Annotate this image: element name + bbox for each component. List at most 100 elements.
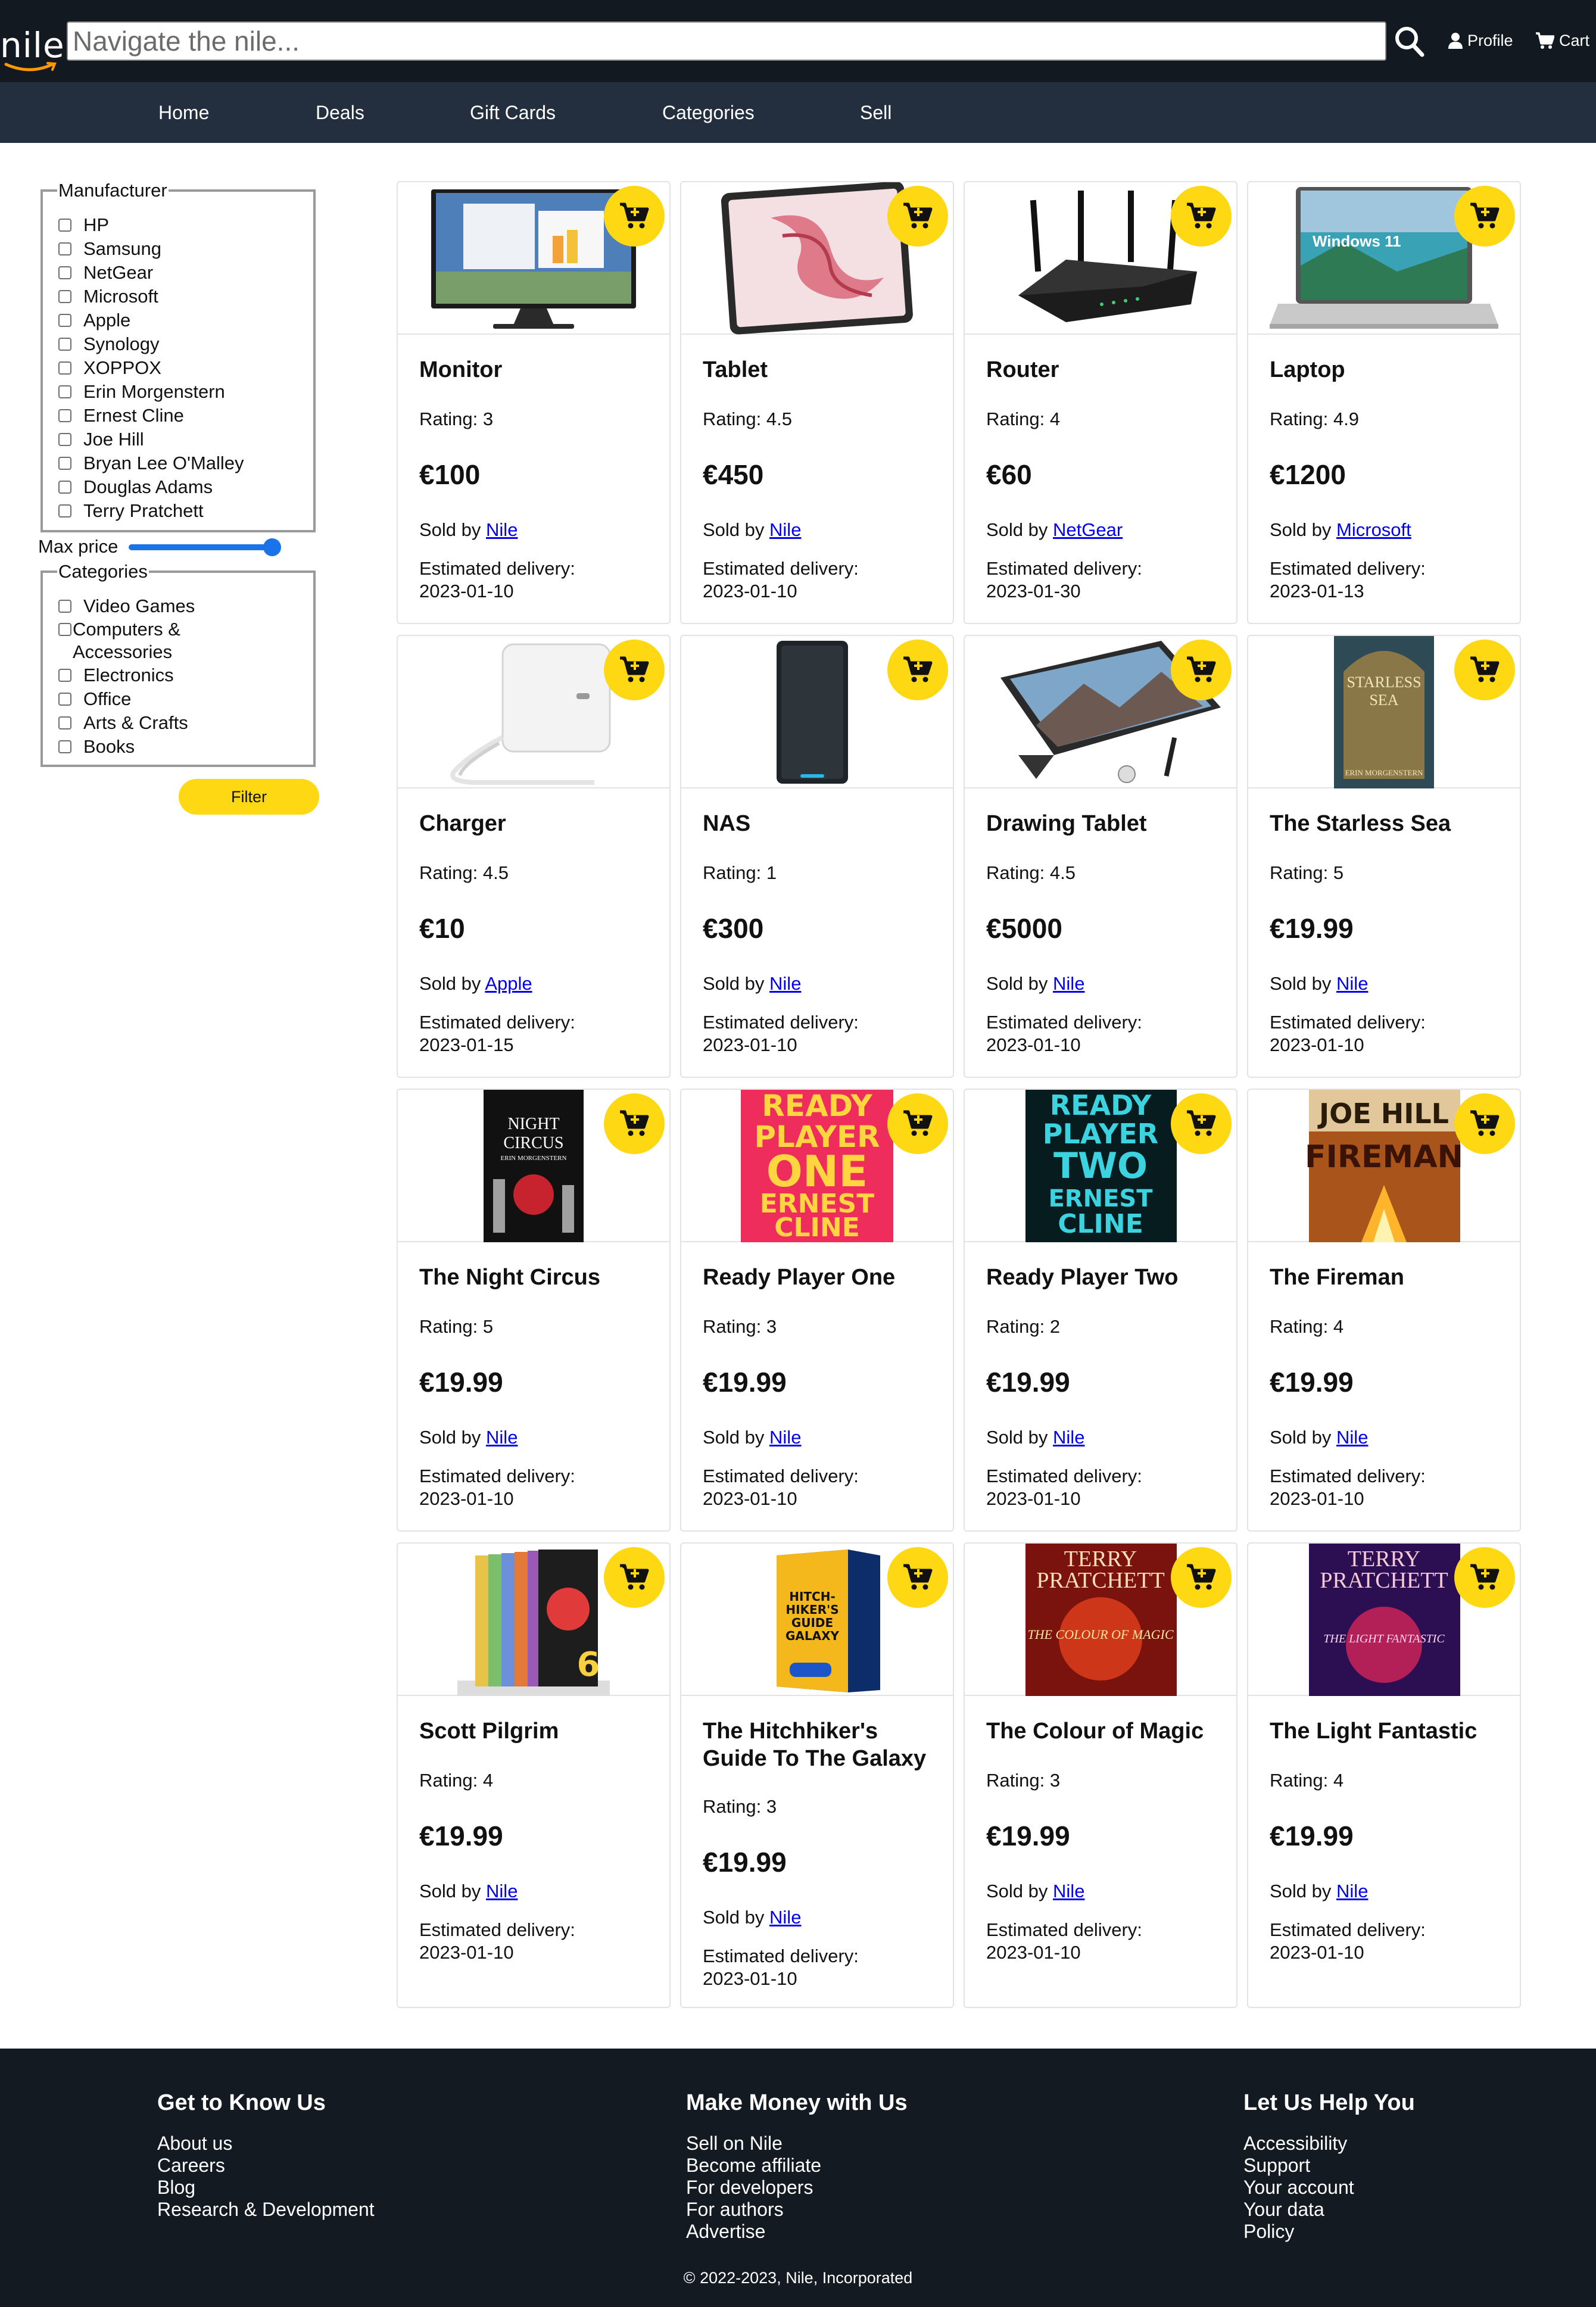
seller-link[interactable]: Nile	[769, 1907, 801, 1928]
seller-link[interactable]: Nile	[1336, 973, 1368, 994]
product-name[interactable]: Ready Player One	[703, 1264, 941, 1291]
seller-link[interactable]: Nile	[769, 1427, 801, 1448]
checkbox[interactable]	[58, 266, 71, 279]
add-to-cart-button[interactable]	[1454, 640, 1515, 700]
checkbox[interactable]	[58, 669, 71, 682]
seller-link[interactable]: Nile	[1053, 1427, 1084, 1448]
nav-item-deals[interactable]: Deals	[316, 82, 364, 143]
checkbox[interactable]	[58, 504, 71, 517]
product-card[interactable]: HITCH- HIKER'S GUIDE GALAXY The Hitchhik…	[680, 1542, 954, 2008]
product-card[interactable]: TERRY PRATCHETT THE COLOUR OF MAGIC The …	[964, 1542, 1237, 2008]
checkbox[interactable]	[58, 409, 71, 422]
seller-link[interactable]: Nile	[1053, 973, 1084, 994]
checkbox[interactable]	[58, 600, 71, 613]
category-option[interactable]: Video Games	[58, 594, 313, 618]
checkbox[interactable]	[58, 716, 71, 729]
add-to-cart-button[interactable]	[887, 1093, 948, 1154]
add-to-cart-button[interactable]	[604, 186, 665, 247]
footer-link-accessibility[interactable]: Accessibility	[1243, 2133, 1415, 2155]
product-card[interactable]: Charger Rating: 4.5 €10 Sold by Apple Es…	[397, 635, 671, 1078]
checkbox[interactable]	[58, 385, 71, 398]
product-card[interactable]: Tablet Rating: 4.5 €450 Sold by Nile Est…	[680, 181, 954, 624]
footer-link-your-data[interactable]: Your data	[1243, 2199, 1415, 2221]
product-card[interactable]: 6 Scott Pilgrim Rating: 4 €19.99 Sold by…	[397, 1542, 671, 2008]
manufacturer-option[interactable]: XOPPOX	[58, 356, 313, 380]
search-input[interactable]	[67, 21, 1386, 61]
product-name[interactable]: The Light Fantastic	[1270, 1717, 1508, 1745]
category-option[interactable]: Office	[58, 687, 313, 711]
add-to-cart-button[interactable]	[1454, 1547, 1515, 1608]
manufacturer-option[interactable]: HP	[58, 213, 313, 237]
product-card[interactable]: TERRY PRATCHETT THE LIGHT FANTASTIC The …	[1247, 1542, 1521, 2008]
footer-link-careers[interactable]: Careers	[157, 2155, 375, 2177]
search-button[interactable]	[1391, 21, 1428, 61]
checkbox[interactable]	[58, 433, 71, 446]
product-card[interactable]: JOE HILL FIREMAN The Fireman Rating: 4 €…	[1247, 1089, 1521, 1532]
product-name[interactable]: Monitor	[419, 356, 657, 384]
product-name[interactable]: The Night Circus	[419, 1264, 657, 1291]
product-name[interactable]: The Starless Sea	[1270, 810, 1508, 837]
seller-link[interactable]: Nile	[486, 519, 518, 540]
footer-link-for-authors[interactable]: For authors	[686, 2199, 908, 2221]
add-to-cart-button[interactable]	[1454, 1093, 1515, 1154]
manufacturer-option[interactable]: Ernest Cline	[58, 404, 313, 428]
slider-track[interactable]	[129, 544, 278, 550]
seller-link[interactable]: Nile	[1336, 1427, 1368, 1448]
seller-link[interactable]: Nile	[1336, 1881, 1368, 1901]
manufacturer-option[interactable]: Microsoft	[58, 285, 313, 308]
footer-link-your-account[interactable]: Your account	[1243, 2177, 1415, 2199]
footer-link-blog[interactable]: Blog	[157, 2177, 375, 2199]
add-to-cart-button[interactable]	[1171, 640, 1232, 700]
add-to-cart-button[interactable]	[1171, 1093, 1232, 1154]
product-name[interactable]: The Hitchhiker's Guide To The Galaxy	[703, 1717, 941, 1772]
checkbox[interactable]	[58, 693, 71, 706]
add-to-cart-button[interactable]	[604, 1547, 665, 1608]
product-name[interactable]: Scott Pilgrim	[419, 1717, 657, 1745]
add-to-cart-button[interactable]	[604, 640, 665, 700]
manufacturer-option[interactable]: Apple	[58, 308, 313, 332]
manufacturer-option[interactable]: Joe Hill	[58, 428, 313, 451]
manufacturer-option[interactable]: Samsung	[58, 237, 313, 261]
seller-link[interactable]: NetGear	[1053, 519, 1123, 540]
product-card[interactable]: READY PLAYER TWO ERNEST CLINE Ready Play…	[964, 1089, 1237, 1532]
product-card[interactable]: Router Rating: 4 €60 Sold by NetGear Est…	[964, 181, 1237, 624]
manufacturer-option[interactable]: Erin Morgenstern	[58, 380, 313, 404]
checkbox[interactable]	[58, 242, 71, 255]
product-card[interactable]: READY PLAYER ONE CLINE ERNEST Ready Play…	[680, 1089, 954, 1532]
product-name[interactable]: Tablet	[703, 356, 941, 384]
profile-link[interactable]: Profile	[1447, 29, 1513, 52]
seller-link[interactable]: Nile	[486, 1427, 518, 1448]
footer-link-advertise[interactable]: Advertise	[686, 2221, 908, 2243]
product-card[interactable]: STARLESS SEA ERIN MORGENSTERN The Starle…	[1247, 635, 1521, 1078]
product-name[interactable]: The Colour of Magic	[986, 1717, 1224, 1745]
footer-link-research[interactable]: Research & Development	[157, 2199, 375, 2221]
product-card[interactable]: Monitor Rating: 3 €100 Sold by Nile Esti…	[397, 181, 671, 624]
category-option[interactable]: Electronics	[58, 663, 313, 687]
product-card[interactable]: Windows 11 Laptop Rating: 4.9 €1200 Sold…	[1247, 181, 1521, 624]
add-to-cart-button[interactable]	[887, 640, 948, 700]
product-name[interactable]: NAS	[703, 810, 941, 837]
footer-link-about-us[interactable]: About us	[157, 2133, 375, 2155]
product-card[interactable]: Drawing Tablet Rating: 4.5 €5000 Sold by…	[964, 635, 1237, 1078]
seller-link[interactable]: Nile	[769, 973, 801, 994]
seller-link[interactable]: Nile	[486, 1881, 518, 1901]
checkbox[interactable]	[58, 290, 71, 303]
seller-link[interactable]: Nile	[769, 519, 801, 540]
add-to-cart-button[interactable]	[1454, 186, 1515, 247]
seller-link[interactable]: Apple	[485, 973, 532, 994]
add-to-cart-button[interactable]	[887, 186, 948, 247]
add-to-cart-button[interactable]	[1171, 186, 1232, 247]
footer-link-become-affiliate[interactable]: Become affiliate	[686, 2155, 908, 2177]
footer-link-support[interactable]: Support	[1243, 2155, 1415, 2177]
product-name[interactable]: The Fireman	[1270, 1264, 1508, 1291]
manufacturer-option[interactable]: Bryan Lee O'Malley	[58, 451, 313, 475]
add-to-cart-button[interactable]	[604, 1093, 665, 1154]
checkbox[interactable]	[58, 338, 71, 351]
footer-link-for-developers[interactable]: For developers	[686, 2177, 908, 2199]
checkbox[interactable]	[58, 740, 71, 753]
checkbox[interactable]	[58, 457, 71, 470]
nav-item-gift-cards[interactable]: Gift Cards	[470, 82, 556, 143]
product-name[interactable]: Laptop	[1270, 356, 1508, 384]
add-to-cart-button[interactable]	[1171, 1547, 1232, 1608]
slider-thumb[interactable]	[263, 538, 281, 556]
